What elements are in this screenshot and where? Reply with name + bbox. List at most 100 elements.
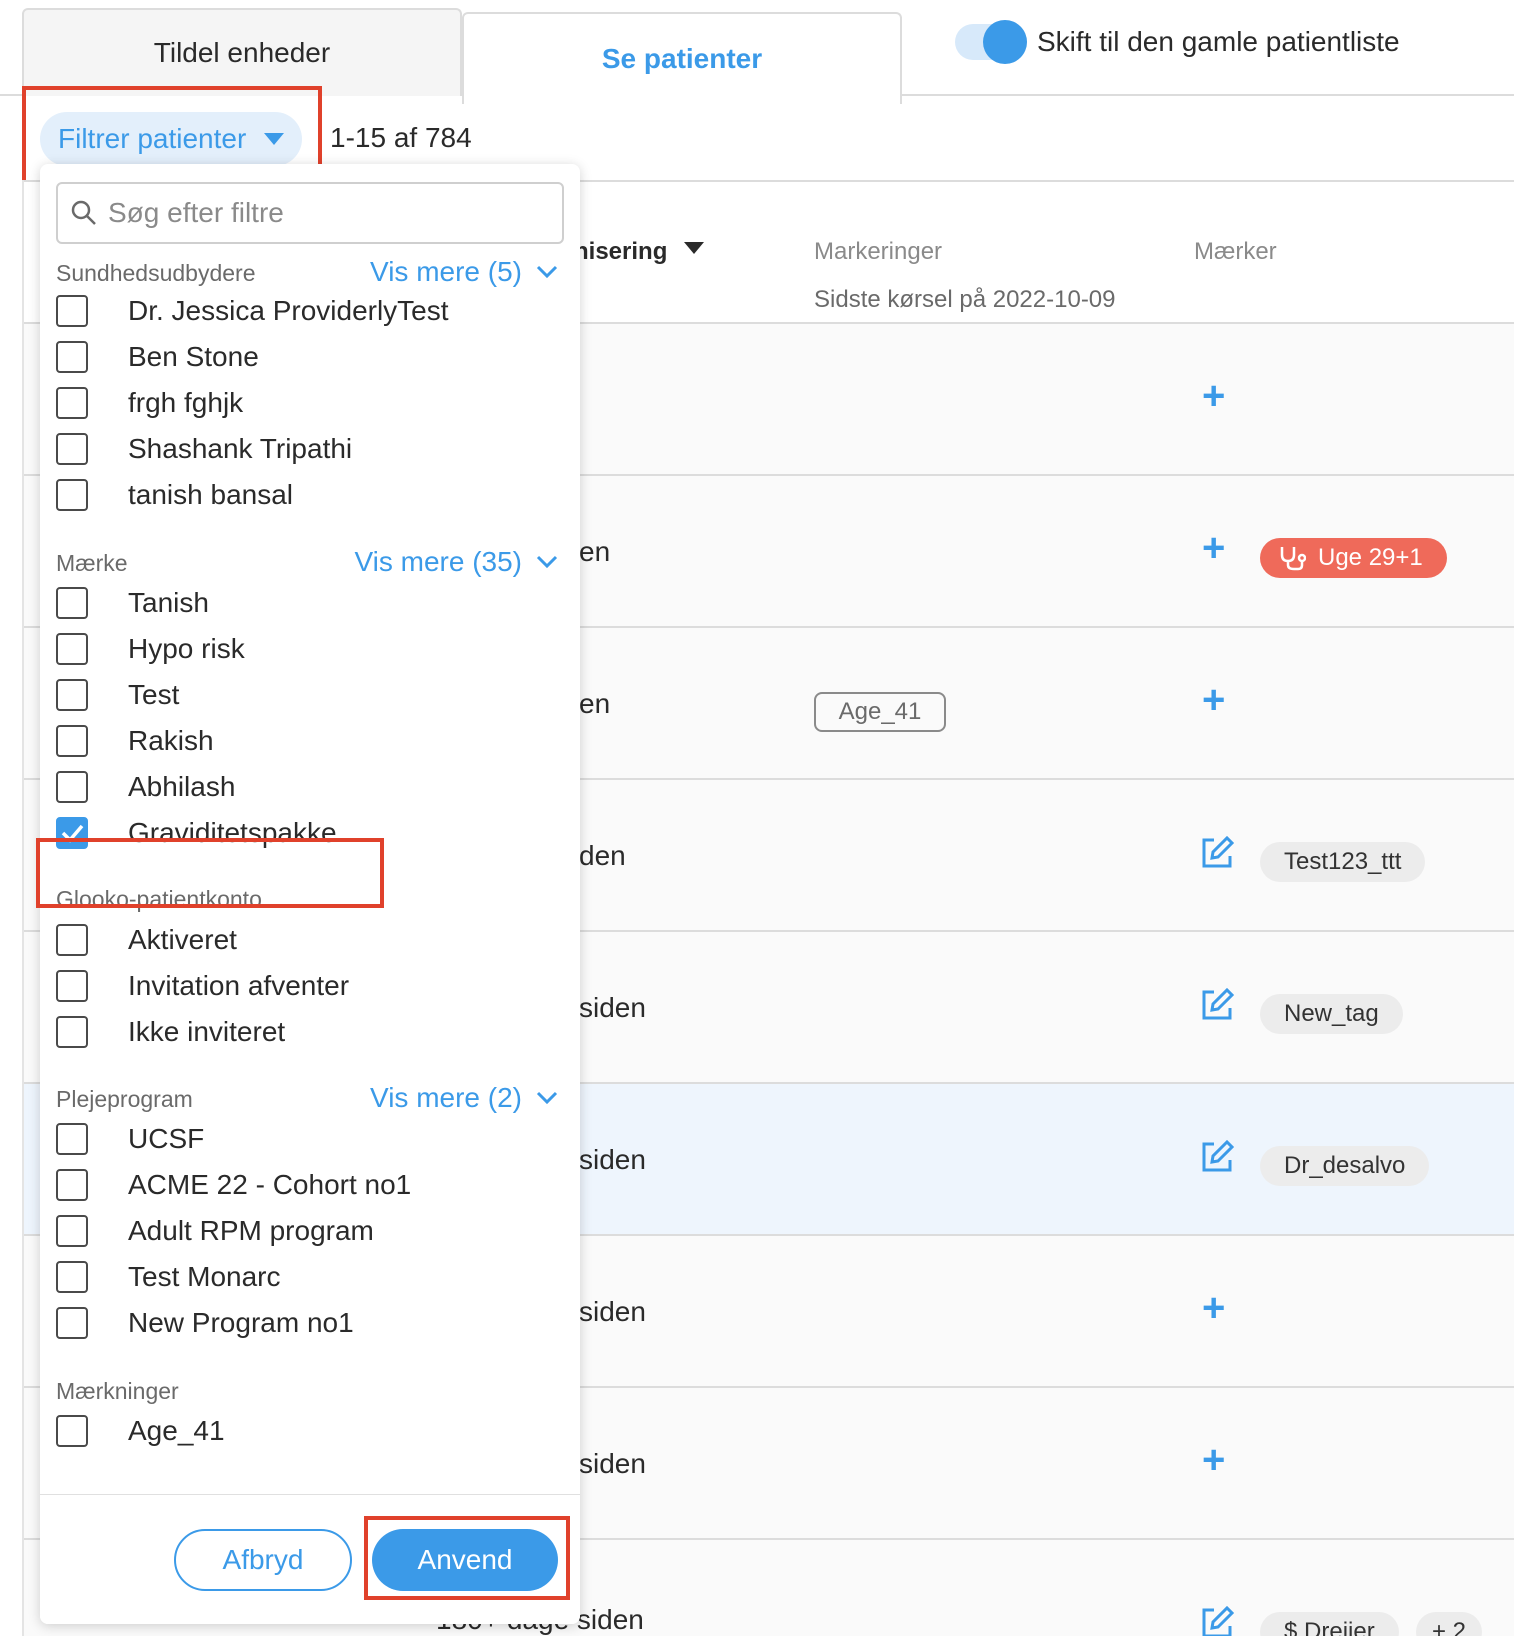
edit-tags-icon[interactable] xyxy=(1200,988,1234,1022)
chevron-down-icon xyxy=(536,555,558,569)
edit-tags-icon[interactable] xyxy=(1200,1140,1234,1174)
tag-pill: New_tag xyxy=(1260,994,1403,1034)
edit-tags-icon[interactable] xyxy=(1200,836,1234,870)
filter-option[interactable]: Test xyxy=(56,674,179,716)
old-list-toggle-wrap: Skift til den gamle patientliste xyxy=(955,20,1400,64)
last-sync-text: en xyxy=(579,688,611,719)
filter-option[interactable]: frgh fghjk xyxy=(56,382,243,424)
checkbox[interactable] xyxy=(56,341,88,373)
edit-tags-icon[interactable] xyxy=(1200,1606,1234,1636)
filter-option[interactable]: Ben Stone xyxy=(56,336,259,378)
filter-option[interactable]: UCSF xyxy=(56,1118,204,1160)
filter-option[interactable]: Test Monarc xyxy=(56,1256,281,1298)
highlight-box-checked-option xyxy=(36,838,384,908)
add-tag-icon[interactable]: + xyxy=(1202,374,1225,419)
option-label: ACME 22 - Cohort no1 xyxy=(128,1169,412,1200)
tab-bar: Tildel enheder Se patienter Skift til de… xyxy=(0,0,1514,104)
option-label: Adult RPM program xyxy=(128,1215,374,1246)
checkbox[interactable] xyxy=(56,1123,88,1155)
option-label: Test xyxy=(128,679,180,710)
last-sync-text: siden xyxy=(579,1296,646,1327)
show-more-label: Vis mere (5) xyxy=(370,256,522,287)
chevron-down-icon xyxy=(536,1091,558,1105)
filter-option[interactable]: tanish bansal xyxy=(56,474,293,516)
filter-option[interactable]: Invitation afventer xyxy=(56,965,349,1007)
checkbox[interactable] xyxy=(56,479,88,511)
option-label: Dr. Jessica ProviderlyTest xyxy=(128,295,449,326)
checkbox[interactable] xyxy=(56,1016,88,1048)
checkbox[interactable] xyxy=(56,924,88,956)
old-list-toggle[interactable] xyxy=(955,20,1027,64)
tag-pill: $ Dreijer xyxy=(1260,1612,1399,1636)
tab-assign-devices[interactable]: Tildel enheder xyxy=(22,8,462,96)
show-more-label: Vis mere (35) xyxy=(354,546,522,577)
checkbox[interactable] xyxy=(56,1261,88,1293)
show-more-tags[interactable]: Vis mere (35) xyxy=(354,546,558,578)
checkbox[interactable] xyxy=(56,970,88,1002)
option-label: UCSF xyxy=(128,1123,205,1154)
checkbox[interactable] xyxy=(56,633,88,665)
checkbox[interactable] xyxy=(56,1215,88,1247)
toggle-knob xyxy=(983,20,1027,64)
checkbox[interactable] xyxy=(56,1307,88,1339)
section-title-tags: Mærke xyxy=(56,550,128,576)
checkbox[interactable] xyxy=(56,1415,88,1447)
option-label: Invitation afventer xyxy=(128,970,350,1001)
option-label: Abhilash xyxy=(128,771,236,802)
checkbox[interactable] xyxy=(56,1169,88,1201)
option-label: Aktiveret xyxy=(128,924,237,955)
filter-option[interactable]: Abhilash xyxy=(56,766,235,808)
filter-option[interactable]: Tanish xyxy=(56,582,209,624)
add-tag-icon[interactable]: + xyxy=(1202,1438,1225,1483)
filter-option[interactable]: New Program no1 xyxy=(56,1302,354,1344)
section-title-markings: Mærkninger xyxy=(56,1378,179,1404)
last-sync-text: den xyxy=(579,840,626,871)
add-tag-icon[interactable]: + xyxy=(1202,1286,1225,1331)
checkbox[interactable] xyxy=(56,725,88,757)
filter-option[interactable]: Age_41 xyxy=(56,1410,225,1452)
option-label: New Program no1 xyxy=(128,1307,354,1338)
highlight-box-apply xyxy=(364,1516,570,1600)
show-more-label: Vis mere (2) xyxy=(370,1082,522,1113)
search-icon xyxy=(71,200,96,225)
header-prioritization[interactable]: nisering xyxy=(574,238,667,266)
filter-option[interactable]: Hypo risk xyxy=(56,628,245,670)
option-label: Ben Stone xyxy=(128,341,259,372)
checkbox[interactable] xyxy=(56,679,88,711)
filter-option[interactable]: ACME 22 - Cohort no1 xyxy=(56,1164,411,1206)
cancel-button[interactable]: Afbryd xyxy=(174,1529,352,1591)
tag-pill: Test123_ttt xyxy=(1260,842,1426,882)
filter-search-box[interactable] xyxy=(56,182,564,244)
filter-option[interactable]: Adult RPM program xyxy=(56,1210,374,1252)
option-label: Rakish xyxy=(128,725,214,756)
checkbox[interactable] xyxy=(56,771,88,803)
filter-option[interactable]: Shashank Tripathi xyxy=(56,428,352,470)
tag-label: Uge 29+1 xyxy=(1318,544,1423,571)
sort-caret-icon[interactable] xyxy=(684,242,704,254)
checkbox[interactable] xyxy=(56,295,88,327)
stethoscope-icon xyxy=(1280,547,1306,571)
tab-view-patients[interactable]: Se patienter xyxy=(462,12,902,104)
filter-option[interactable]: Dr. Jessica ProviderlyTest xyxy=(56,290,449,332)
checkbox[interactable] xyxy=(56,433,88,465)
filter-option[interactable]: Ikke inviteret xyxy=(56,1011,285,1053)
option-label: Test Monarc xyxy=(128,1261,281,1292)
option-label: Shashank Tripathi xyxy=(128,433,353,464)
show-more-providers[interactable]: Vis mere (5) xyxy=(370,256,558,288)
filter-option[interactable]: Rakish xyxy=(56,720,214,762)
option-label: Hypo risk xyxy=(128,633,245,664)
filter-option[interactable]: Aktiveret xyxy=(56,919,237,961)
option-label: Tanish xyxy=(128,587,209,618)
checkbox[interactable] xyxy=(56,587,88,619)
more-tags-pill[interactable]: + 2 xyxy=(1416,1612,1483,1636)
last-sync-text: siden xyxy=(579,992,646,1023)
show-more-care-program[interactable]: Vis mere (2) xyxy=(370,1082,558,1114)
marking-badge: Age_41 xyxy=(814,692,946,732)
chevron-down-icon xyxy=(536,265,558,279)
header-markings-last-run: Sidste kørsel på 2022-10-09 xyxy=(814,286,1116,313)
add-tag-icon[interactable]: + xyxy=(1202,678,1225,723)
filter-search-input[interactable] xyxy=(108,197,548,229)
add-tag-icon[interactable]: + xyxy=(1202,526,1225,571)
option-label: Age_41 xyxy=(128,1415,225,1446)
checkbox[interactable] xyxy=(56,387,88,419)
